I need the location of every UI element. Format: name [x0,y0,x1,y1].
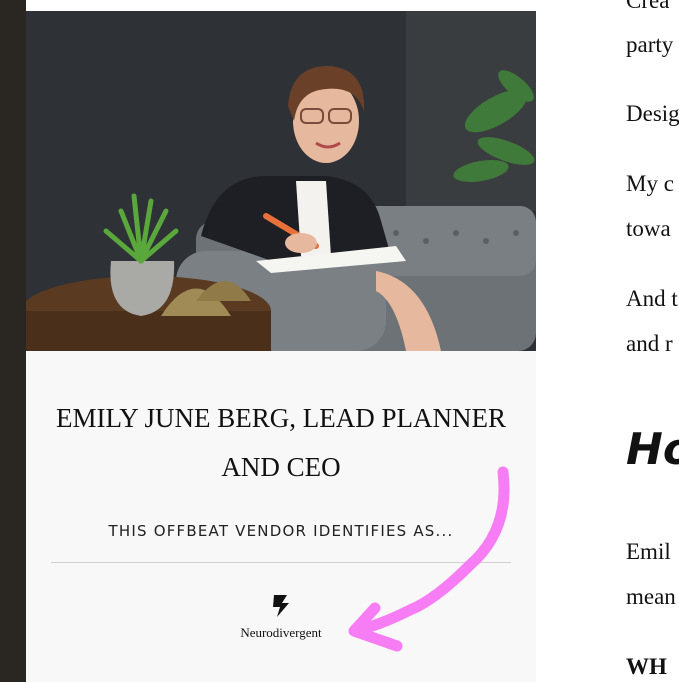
vendor-name-heading: EMILY JUNE BERG, LEAD PLANNER AND CEO [26,394,536,492]
divider [51,562,511,563]
article-section-heading: Ho [626,424,679,475]
identity-neurodivergent-label: Neurodivergent [240,625,322,640]
vendor-name-line-2: AND CEO [221,452,341,482]
article-line: My c [626,171,674,196]
article-line: party [626,32,674,57]
identifies-as-label: THIS OFFBEAT VENDOR IDENTIFIES AS... [108,522,454,540]
article-line: Crea [626,0,670,13]
article-line: and r [626,331,673,356]
article-line: Emil [626,539,671,564]
vendor-photo-illustration [26,11,536,351]
article-line: And t [626,286,678,311]
vendor-name-line-1: EMILY JUNE BERG, LEAD PLANNER [55,403,507,433]
lightning-bolt-icon [270,594,292,618]
left-dark-strip [0,0,26,682]
card-top-gap [26,0,536,11]
article-line: Desig [626,101,679,126]
article-body-cropped: Crea party Desig My c towa And t and r H… [626,0,679,682]
article-line: towa [626,216,671,241]
article-bold-line: WH [626,654,667,679]
vendor-card: EMILY JUNE BERG, LEAD PLANNER AND CEO TH… [26,0,536,682]
article-line: mean [626,584,676,609]
vendor-photo [26,11,536,351]
